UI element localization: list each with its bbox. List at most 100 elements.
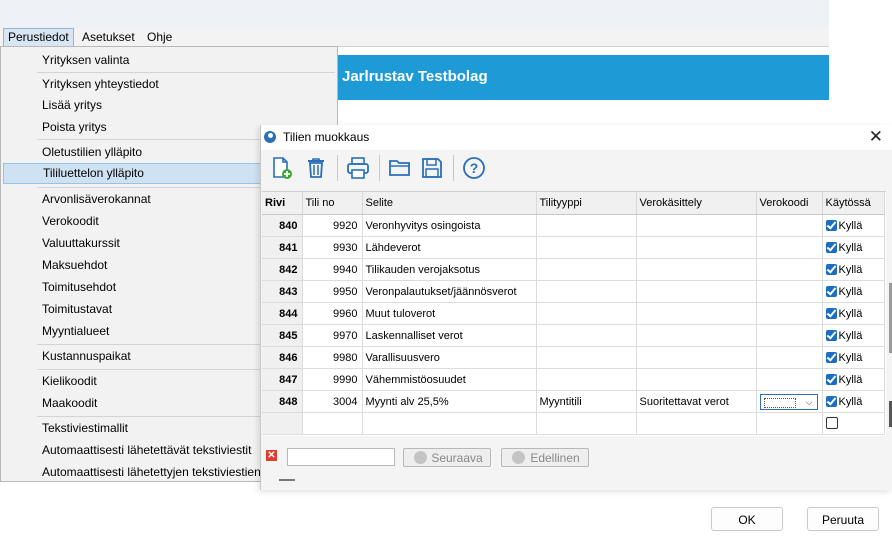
cell-selite[interactable]: Veronhyvitys osingoista xyxy=(362,214,537,237)
cell-verokoodi[interactable] xyxy=(756,412,823,435)
cell-selite[interactable]: Muut tuloverot xyxy=(362,302,537,325)
table-row[interactable]: 846 9980 Varallisuusvero Kyllä xyxy=(262,346,885,369)
cell-verokasittely[interactable]: Suoritettavat verot xyxy=(636,390,757,413)
cell-selite[interactable]: Tilikauden verojaksotus xyxy=(362,258,537,281)
cell-kaytossa[interactable]: Kyllä xyxy=(822,258,885,281)
cell-rivi[interactable]: 845 xyxy=(262,324,303,347)
cell-verokoodi[interactable] xyxy=(756,368,823,391)
table-row[interactable]: 843 9950 Veronpalautukset/jäännösverot K… xyxy=(262,280,885,303)
help-icon[interactable]: ? xyxy=(461,155,487,181)
cell-tilityyppi[interactable] xyxy=(536,412,637,435)
cell-verokasittely[interactable] xyxy=(636,302,757,325)
cell-verokasittely[interactable] xyxy=(636,214,757,237)
checkbox-checked[interactable] xyxy=(825,241,837,253)
menu-asetukset[interactable]: Asetukset xyxy=(78,28,139,46)
checkbox-checked[interactable] xyxy=(825,307,837,319)
cell-tili-no[interactable]: 9970 xyxy=(302,324,363,347)
cell-verokasittely[interactable] xyxy=(636,346,757,369)
cell-tilityyppi[interactable] xyxy=(536,346,637,369)
cell-verokasittely[interactable] xyxy=(636,236,757,259)
cell-tili-no[interactable]: 9980 xyxy=(302,346,363,369)
folder-open-icon[interactable] xyxy=(387,155,413,181)
cell-rivi[interactable]: 840 xyxy=(262,214,303,237)
cell-tili-no[interactable]: 9940 xyxy=(302,258,363,281)
print-icon[interactable] xyxy=(345,155,371,181)
col-header-verokoodi[interactable]: Verokoodi xyxy=(756,192,823,215)
checkbox-checked[interactable] xyxy=(825,219,837,231)
cell-tili-no[interactable]: 3004 xyxy=(302,390,363,413)
checkbox-checked[interactable] xyxy=(825,395,837,407)
trash-icon[interactable] xyxy=(303,155,329,181)
checkbox-checked[interactable] xyxy=(825,285,837,297)
save-icon[interactable] xyxy=(419,155,445,181)
cell-selite[interactable]: Laskennalliset verot xyxy=(362,324,537,347)
cell-tilityyppi[interactable] xyxy=(536,258,637,281)
chevron-down-icon[interactable]: ⌵ xyxy=(806,397,813,408)
cell-tilityyppi[interactable] xyxy=(536,302,637,325)
cell-tili-no[interactable] xyxy=(302,412,363,435)
find-next-button[interactable]: Seuraava xyxy=(403,448,491,467)
cell-verokoodi[interactable] xyxy=(756,258,823,281)
cancel-button[interactable]: Peruuta xyxy=(807,507,879,531)
cell-tilityyppi[interactable] xyxy=(536,280,637,303)
close-find-icon[interactable]: ✕ xyxy=(266,450,277,461)
cell-rivi[interactable]: 843 xyxy=(262,280,303,303)
cell-verokoodi[interactable] xyxy=(756,214,823,237)
find-input[interactable] xyxy=(287,448,395,466)
cell-verokasittely[interactable] xyxy=(636,280,757,303)
cell-kaytossa[interactable]: Kyllä xyxy=(822,214,885,237)
table-row[interactable]: 842 9940 Tilikauden verojaksotus Kyllä xyxy=(262,258,885,281)
ok-button[interactable]: OK xyxy=(711,507,783,531)
cell-tilityyppi[interactable] xyxy=(536,236,637,259)
cell-selite[interactable]: Veronpalautukset/jäännösverot xyxy=(362,280,537,303)
cell-verokoodi[interactable] xyxy=(756,346,823,369)
cell-selite[interactable]: Varallisuusvero xyxy=(362,346,537,369)
cell-kaytossa[interactable] xyxy=(822,412,885,435)
cell-kaytossa[interactable]: Kyllä xyxy=(822,302,885,325)
cell-selite[interactable]: Myynti alv 25,5% xyxy=(362,390,537,413)
table-row[interactable]: 844 9960 Muut tuloverot Kyllä xyxy=(262,302,885,325)
table-row[interactable]: 848 3004 Myynti alv 25,5% Myyntitili Suo… xyxy=(262,390,885,413)
cell-rivi[interactable]: 841 xyxy=(262,236,303,259)
table-row-new[interactable] xyxy=(262,412,885,435)
menu-item-lisaa-yritys[interactable]: Lisää yritys xyxy=(36,95,336,116)
menu-ohje[interactable]: Ohje xyxy=(143,28,176,46)
close-icon[interactable]: ✕ xyxy=(869,127,883,147)
cell-rivi[interactable] xyxy=(262,412,303,435)
cell-verokasittely[interactable] xyxy=(636,258,757,281)
cell-tili-no[interactable]: 9960 xyxy=(302,302,363,325)
checkbox-checked[interactable] xyxy=(825,373,837,385)
cell-kaytossa[interactable]: Kyllä xyxy=(822,368,885,391)
cell-tili-no[interactable]: 9950 xyxy=(302,280,363,303)
find-previous-button[interactable]: Edellinen xyxy=(501,448,589,467)
cell-verokasittely[interactable] xyxy=(636,368,757,391)
cell-verokoodi[interactable] xyxy=(756,280,823,303)
cell-verokasittely[interactable] xyxy=(636,324,757,347)
cell-kaytossa[interactable]: Kyllä xyxy=(822,324,885,347)
horizontal-scrollbar-thumb[interactable] xyxy=(279,479,295,481)
cell-kaytossa[interactable]: Kyllä xyxy=(822,236,885,259)
cell-selite[interactable] xyxy=(362,412,537,435)
cell-tilityyppi[interactable]: Myyntitili xyxy=(536,390,637,413)
verokoodi-combobox[interactable]: ⌵ xyxy=(759,393,818,410)
col-header-rivi[interactable]: Rivi xyxy=(262,192,303,215)
col-header-verokasittely[interactable]: Verokäsittely xyxy=(636,192,757,215)
checkbox-checked[interactable] xyxy=(825,329,837,341)
cell-selite[interactable]: Vähemmistöosuudet xyxy=(362,368,537,391)
cell-tili-no[interactable]: 9920 xyxy=(302,214,363,237)
col-header-tilityyppi[interactable]: Tilityyppi xyxy=(536,192,637,215)
table-row[interactable]: 847 9990 Vähemmistöosuudet Kyllä xyxy=(262,368,885,391)
cell-tili-no[interactable]: 9990 xyxy=(302,368,363,391)
checkbox-checked[interactable] xyxy=(825,263,837,275)
cell-tilityyppi[interactable] xyxy=(536,214,637,237)
cell-verokoodi[interactable]: ⌵ xyxy=(756,390,823,413)
cell-kaytossa[interactable]: Kyllä xyxy=(822,346,885,369)
menu-item-yhteystiedot[interactable]: Yrityksen yhteystiedot xyxy=(36,74,336,95)
col-header-kaytossa[interactable]: Käytössä xyxy=(822,192,885,215)
col-header-selite[interactable]: Selite xyxy=(362,192,537,215)
col-header-tili-no[interactable]: Tili no xyxy=(302,192,363,215)
cell-rivi[interactable]: 848 xyxy=(262,390,303,413)
table-row[interactable]: 840 9920 Veronhyvitys osingoista Kyllä xyxy=(262,214,885,237)
new-document-icon[interactable] xyxy=(269,155,295,181)
checkbox-unchecked[interactable] xyxy=(825,417,838,429)
